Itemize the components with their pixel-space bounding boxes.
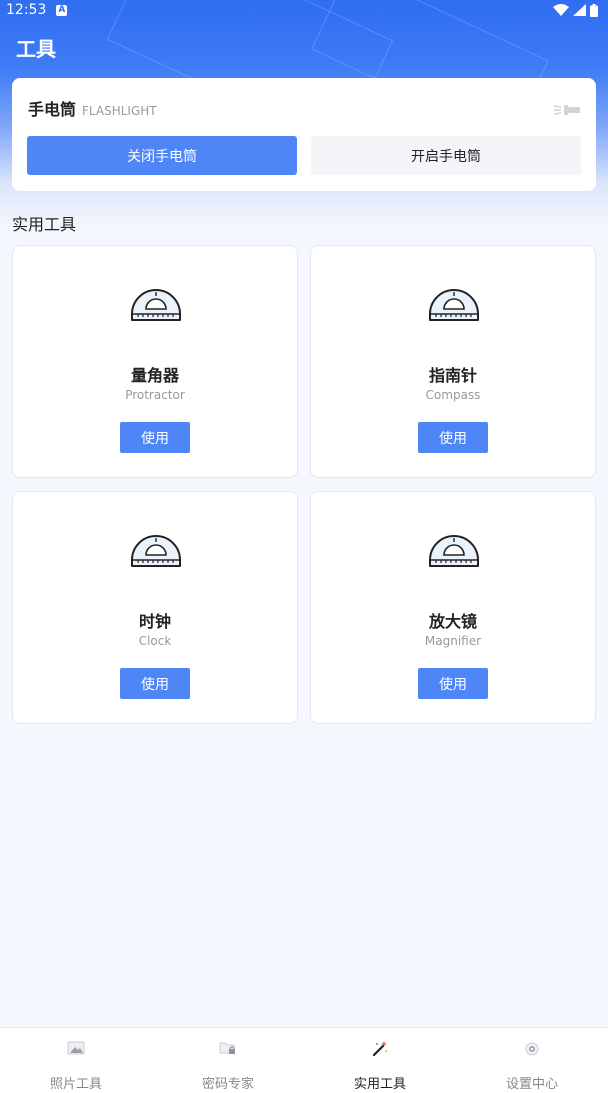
nav-item-photo-tools[interactable]: 照片工具 [0, 1028, 152, 1093]
flashlight-off-button[interactable]: 关闭手电筒 [27, 136, 297, 175]
nav-label: 实用工具 [353, 1077, 406, 1092]
tool-card-protractor[interactable]: 量角器 Protractor 使用 [12, 245, 298, 478]
protractor-icon [429, 289, 479, 321]
bottom-nav: 照片工具 密码专家 实用工具 设置中心 [0, 1027, 608, 1093]
notification-icon: A [56, 4, 68, 16]
nav-label: 设置中心 [505, 1077, 558, 1092]
page-title: 工具 [16, 37, 56, 61]
wifi-icon [553, 4, 569, 16]
use-button-clock[interactable]: 使用 [120, 668, 190, 699]
use-button-protractor[interactable]: 使用 [120, 422, 190, 453]
status-bar: 12:53 A [0, 0, 608, 20]
status-time: 12:53 [6, 2, 47, 18]
tool-name: 指南针 [428, 366, 477, 385]
nav-item-utility-tools[interactable]: 实用工具 [304, 1028, 456, 1093]
tool-subtitle: Magnifier [424, 634, 482, 648]
tool-subtitle: Protractor [125, 388, 185, 402]
signal-icon [573, 4, 586, 16]
nav-label: 照片工具 [49, 1077, 102, 1092]
folder-lock-icon [219, 1042, 235, 1054]
protractor-icon [429, 535, 479, 567]
flashlight-icon [553, 105, 580, 115]
flashlight-card: 手电筒 FLASHLIGHT 关闭手电筒 开启手电筒 [12, 78, 596, 191]
use-button-compass[interactable]: 使用 [418, 422, 488, 453]
tool-subtitle: Compass [425, 388, 481, 402]
use-button-magnifier[interactable]: 使用 [418, 668, 488, 699]
tool-name: 量角器 [130, 366, 179, 385]
tool-subtitle: Clock [138, 634, 172, 648]
magic-wand-icon [372, 1041, 387, 1057]
tool-name: 放大镜 [428, 612, 477, 631]
section-title: 实用工具 [12, 215, 77, 234]
protractor-icon [131, 535, 181, 567]
nav-item-settings[interactable]: 设置中心 [456, 1028, 608, 1093]
flashlight-title: 手电筒 [28, 100, 77, 119]
image-icon [67, 1041, 85, 1055]
nav-label: 密码专家 [201, 1077, 254, 1092]
flashlight-on-button[interactable]: 开启手电筒 [311, 136, 581, 175]
nav-item-password-expert[interactable]: 密码专家 [152, 1028, 304, 1093]
protractor-icon [131, 289, 181, 321]
tool-card-compass[interactable]: 指南针 Compass 使用 [310, 245, 596, 478]
gear-icon [525, 1042, 539, 1056]
flashlight-subtitle: FLASHLIGHT [82, 104, 157, 118]
tool-card-magnifier[interactable]: 放大镜 Magnifier 使用 [310, 491, 596, 724]
tool-card-clock[interactable]: 时钟 Clock 使用 [12, 491, 298, 724]
tool-name: 时钟 [138, 612, 171, 631]
battery-icon [590, 3, 598, 17]
